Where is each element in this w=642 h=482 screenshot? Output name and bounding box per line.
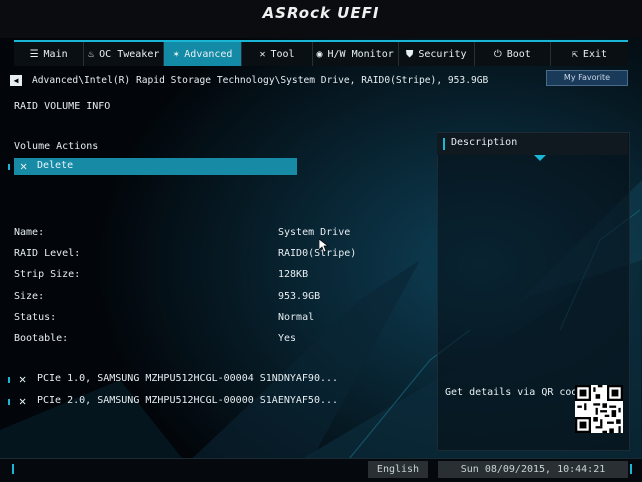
tab-security[interactable]: ⛊ Security: [399, 42, 475, 66]
page-title: RAID VOLUME INFO: [14, 101, 111, 112]
tab-label: Main: [43, 48, 68, 60]
qr-caption: Get details via QR code: [445, 387, 584, 398]
description-title: Description: [451, 137, 518, 148]
tab-hw-monitor[interactable]: ◉ H/W Monitor: [313, 42, 399, 66]
tab-oc-tweaker[interactable]: ♨ OC Tweaker: [84, 42, 165, 66]
description-header: Description: [437, 133, 628, 155]
tab-exit[interactable]: ⇱ Exit: [551, 42, 628, 66]
info-value: System Drive: [278, 227, 351, 238]
tools-icon: ✕: [19, 394, 27, 408]
info-label: Bootable:: [14, 333, 69, 344]
info-label: Name:: [14, 227, 45, 238]
disk-item[interactable]: ✕ PCIe 1.0, SAMSUNG MZHPU512HCGL-00004 S…: [14, 372, 338, 388]
info-value: 128KB: [278, 269, 309, 280]
list-icon: ☰: [29, 48, 39, 60]
selection-marker: [8, 164, 10, 170]
exit-icon: ⇱: [571, 48, 578, 60]
mouse-cursor-icon: [319, 239, 329, 253]
info-value: 953.9GB: [278, 291, 321, 302]
info-label: Strip Size:: [14, 269, 81, 280]
tab-tool[interactable]: ✕ Tool: [242, 42, 313, 66]
language-selector[interactable]: English: [368, 461, 428, 478]
shield-icon: ⛊: [405, 48, 414, 60]
system-clock: Sun 08/09/2015, 10:44:21: [438, 461, 628, 478]
star-icon: ✶: [173, 48, 180, 60]
row-marker: [8, 399, 10, 405]
tab-label: H/W Monitor: [327, 48, 394, 60]
back-arrow-icon[interactable]: ◀: [10, 75, 22, 86]
tab-label: Tool: [270, 48, 295, 60]
status-marker: [12, 464, 14, 474]
info-label: Size:: [14, 291, 45, 302]
qr-code-icon: [575, 385, 623, 433]
breadcrumb: Advanced\Intel(R) Rapid Storage Technolo…: [32, 75, 489, 86]
tools-icon: ✕: [259, 48, 266, 60]
delete-volume-button[interactable]: ✕ Delete: [14, 158, 297, 175]
info-label: Status:: [14, 312, 57, 323]
row-marker: [8, 377, 10, 383]
status-marker: [630, 464, 632, 474]
info-label: RAID Level:: [14, 248, 81, 259]
my-favorite-button[interactable]: My Favorite: [546, 70, 628, 86]
monitor-icon: ◉: [316, 48, 323, 60]
tab-label: OC Tweaker: [99, 48, 160, 60]
tools-icon: ✕: [20, 159, 28, 173]
tab-label: Exit: [582, 48, 608, 60]
tools-icon: ✕: [19, 372, 27, 386]
tab-label: Advanced: [184, 48, 233, 60]
pointer-notch-icon: [534, 155, 546, 161]
power-icon: ⏻: [493, 48, 502, 60]
disk-label: PCIe 1.0, SAMSUNG MZHPU512HCGL-00004 S1N…: [37, 373, 339, 384]
volume-actions-label: Volume Actions: [14, 141, 99, 152]
tab-label: Security: [418, 48, 467, 60]
main-navigation: ☰ Main ♨ OC Tweaker ✶ Advanced ✕ Tool ◉ …: [14, 40, 628, 66]
tab-advanced[interactable]: ✶ Advanced: [164, 42, 243, 66]
info-value: RAID0(Stripe): [278, 248, 357, 259]
tab-boot[interactable]: ⏻ Boot: [475, 42, 551, 66]
tab-main[interactable]: ☰ Main: [14, 42, 85, 66]
header-accent: [443, 138, 445, 150]
flame-icon: ♨: [88, 48, 95, 60]
info-value: Normal: [278, 312, 315, 323]
disk-label: PCIe 2.0, SAMSUNG MZHPU512HCGL-00000 S1A…: [37, 395, 339, 406]
delete-label: Delete: [37, 160, 74, 171]
tab-label: Boot: [506, 48, 531, 60]
info-value: Yes: [278, 333, 297, 344]
asrock-uefi-logo: ASRock UEFI: [262, 4, 380, 22]
disk-item[interactable]: ✕ PCIe 2.0, SAMSUNG MZHPU512HCGL-00000 S…: [14, 394, 338, 410]
